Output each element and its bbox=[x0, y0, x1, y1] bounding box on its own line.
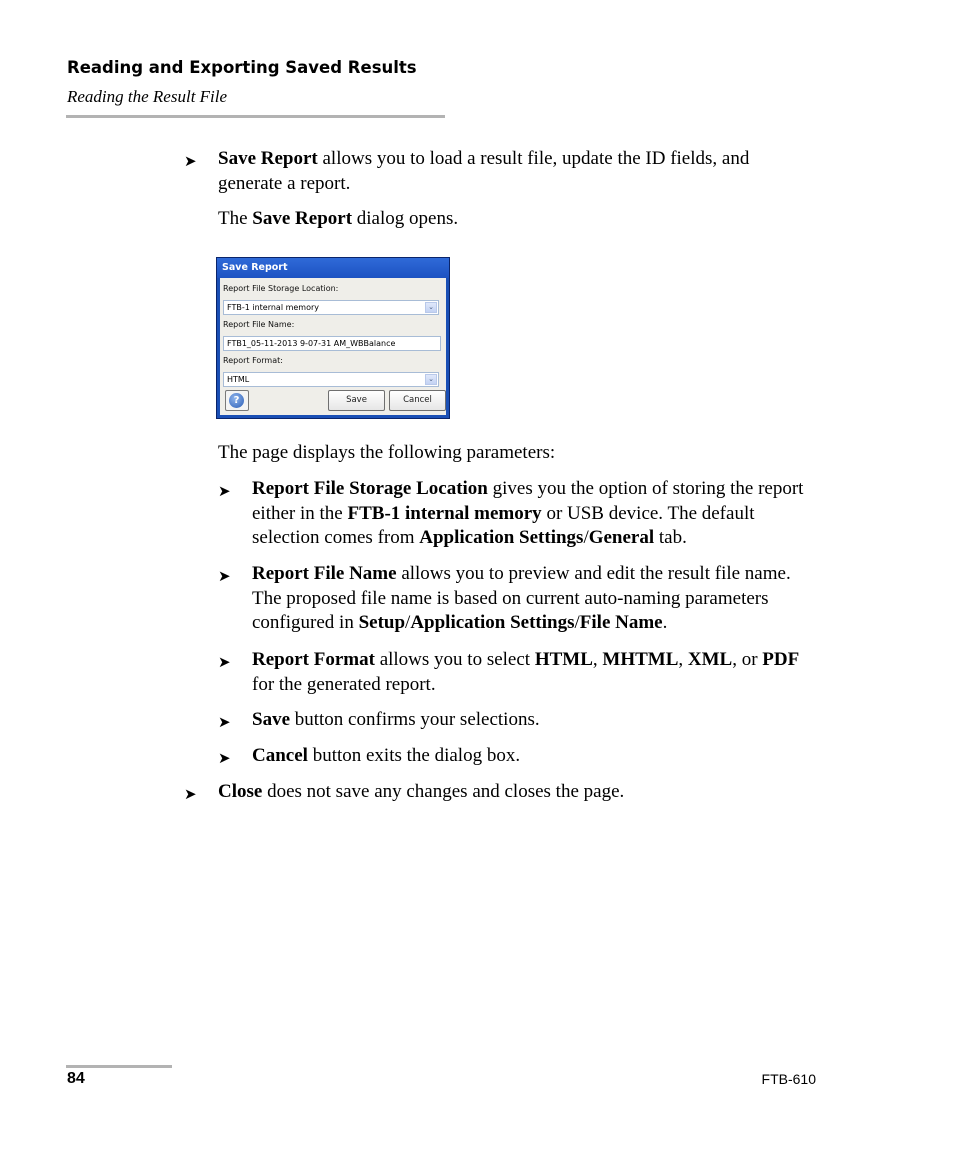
help-icon: ? bbox=[229, 393, 244, 408]
section-title: Reading the Result File bbox=[67, 87, 228, 106]
chevron-down-icon[interactable]: ⌄ bbox=[425, 302, 437, 313]
chapter-title: Reading and Exporting Saved Results bbox=[67, 58, 417, 77]
bullet-arrow-icon: ➤ bbox=[218, 713, 231, 731]
term-close: Close bbox=[218, 781, 263, 802]
save-button[interactable]: Save bbox=[328, 390, 385, 411]
bullet-cancel: ➤ Cancel button exits the dialog box. bbox=[218, 744, 812, 771]
bullet-storage-location: ➤ Report File Storage Location gives you … bbox=[218, 477, 812, 551]
bullet-arrow-icon: ➤ bbox=[218, 482, 231, 500]
dialog-title: Save Report bbox=[217, 258, 449, 278]
bullet-arrow-icon: ➤ bbox=[184, 785, 197, 803]
bullet-report-format: ➤ Report Format allows you to select HTML… bbox=[218, 648, 822, 697]
bullet-close: ➤ Close does not save any changes and cl… bbox=[184, 780, 808, 807]
bullet-save: ➤ Save button confirms your selections. bbox=[218, 708, 812, 735]
bullet-arrow-icon: ➤ bbox=[218, 749, 231, 767]
storage-location-label: Report File Storage Location: bbox=[223, 284, 339, 293]
bullet-arrow-icon: ➤ bbox=[184, 152, 197, 170]
save-report-dialog: Save Report Report File Storage Location… bbox=[216, 257, 450, 419]
help-button[interactable]: ? bbox=[225, 390, 249, 411]
report-format-select[interactable]: HTML ⌄ bbox=[223, 372, 439, 387]
bullet-arrow-icon: ➤ bbox=[218, 653, 231, 671]
header-divider bbox=[66, 115, 445, 118]
footer-divider bbox=[66, 1065, 172, 1068]
bullet-save-report: ➤ Save Report allows you to load a resul… bbox=[184, 147, 818, 196]
dialog-opens-text: The Save Report dialog opens. bbox=[218, 208, 459, 229]
params-intro: The page displays the following paramete… bbox=[218, 442, 556, 463]
page-number: 84 bbox=[67, 1070, 85, 1087]
file-name-label: Report File Name: bbox=[223, 320, 295, 329]
file-name-input[interactable]: FTB1_05-11-2013 9-07-31 AM_WBBalance bbox=[223, 336, 441, 351]
report-format-label: Report Format: bbox=[223, 356, 283, 365]
bullet-file-name: ➤ Report File Name allows you to preview … bbox=[218, 562, 812, 636]
chevron-down-icon[interactable]: ⌄ bbox=[425, 374, 437, 385]
bullet-arrow-icon: ➤ bbox=[218, 567, 231, 585]
term-save-report: Save Report bbox=[218, 148, 318, 169]
cancel-button[interactable]: Cancel bbox=[389, 390, 446, 411]
document-id: FTB-610 bbox=[761, 1071, 816, 1087]
storage-location-select[interactable]: FTB-1 internal memory ⌄ bbox=[223, 300, 439, 315]
